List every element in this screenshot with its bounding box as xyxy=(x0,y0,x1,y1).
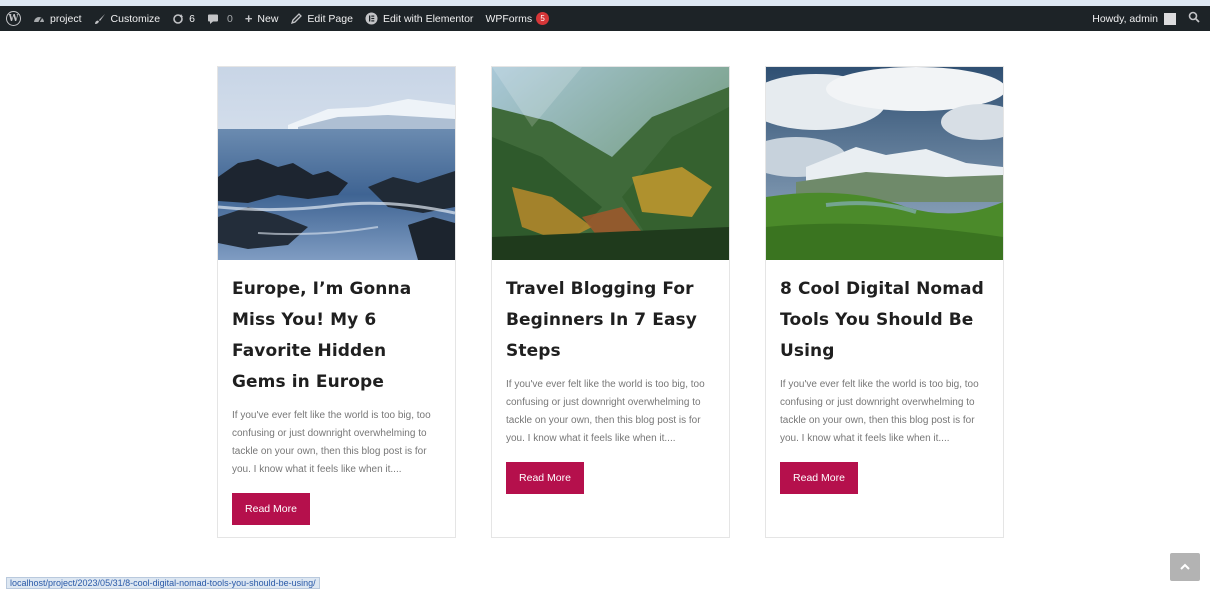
edit-with-elementor-link[interactable]: Edit with Elementor xyxy=(359,6,479,31)
updates-icon xyxy=(172,13,184,25)
site-name-menu[interactable]: project xyxy=(27,6,88,31)
comment-icon xyxy=(207,13,219,25)
edit-page-link[interactable]: Edit Page xyxy=(284,6,359,31)
site-name-label: project xyxy=(50,12,82,25)
updates-count: 6 xyxy=(189,12,195,25)
customize-label: Customize xyxy=(110,12,161,25)
avatar xyxy=(1164,12,1176,25)
post-title-link[interactable]: 8 Cool Digital Nomad Tools You Should Be… xyxy=(780,274,989,367)
pencil-icon xyxy=(290,12,303,25)
post-thumbnail-mountain-meadow[interactable] xyxy=(766,67,1003,260)
read-more-button[interactable]: Read More xyxy=(506,462,584,494)
comments-link[interactable]: 0 xyxy=(201,6,239,31)
wordpress-logo-icon: W xyxy=(6,11,21,26)
new-content-menu[interactable]: + New xyxy=(239,6,285,31)
post-card: Europe, I’m Gonna Miss You! My 6 Favorit… xyxy=(217,66,456,538)
post-card: Travel Blogging For Beginners In 7 Easy … xyxy=(491,66,730,538)
read-more-button[interactable]: Read More xyxy=(232,493,310,525)
post-thumbnail-rocky-coast[interactable] xyxy=(218,67,455,260)
link-status-url: localhost/project/2023/05/31/8-cool-digi… xyxy=(6,577,320,589)
wpforms-menu[interactable]: WPForms 5 xyxy=(479,6,555,31)
elementor-icon xyxy=(365,12,378,25)
comments-count: 0 xyxy=(226,12,233,25)
post-excerpt: If you've ever felt like the world is to… xyxy=(232,410,431,475)
read-more-button[interactable]: Read More xyxy=(780,462,858,494)
post-excerpt: If you've ever felt like the world is to… xyxy=(780,379,979,444)
brush-icon xyxy=(94,13,106,25)
post-excerpt: If you've ever felt like the world is to… xyxy=(506,379,705,444)
wpforms-label: WPForms xyxy=(485,12,533,25)
admin-search-button[interactable] xyxy=(1182,6,1206,31)
customize-link[interactable]: Customize xyxy=(88,6,167,31)
post-card: 8 Cool Digital Nomad Tools You Should Be… xyxy=(765,66,1004,538)
howdy-label: Howdy, admin xyxy=(1092,12,1158,25)
elementor-label: Edit with Elementor xyxy=(382,12,474,25)
post-title-link[interactable]: Europe, I’m Gonna Miss You! My 6 Favorit… xyxy=(232,274,441,398)
updates-link[interactable]: 6 xyxy=(166,6,201,31)
search-icon xyxy=(1188,11,1200,26)
edit-page-label: Edit Page xyxy=(307,12,353,25)
new-label: New xyxy=(257,12,279,25)
dashboard-icon xyxy=(33,13,45,25)
wp-admin-bar: W project Customize 6 0 + New Edit Page … xyxy=(0,6,1210,31)
my-account-menu[interactable]: Howdy, admin xyxy=(1086,6,1182,31)
plus-icon: + xyxy=(244,11,253,26)
wp-logo-menu[interactable]: W xyxy=(0,6,27,31)
post-thumbnail-forest-valley[interactable] xyxy=(492,67,729,260)
post-title-link[interactable]: Travel Blogging For Beginners In 7 Easy … xyxy=(506,274,715,367)
wpforms-badge: 5 xyxy=(536,12,550,25)
chevron-up-icon xyxy=(1180,562,1190,573)
scroll-to-top-button[interactable] xyxy=(1170,553,1200,581)
